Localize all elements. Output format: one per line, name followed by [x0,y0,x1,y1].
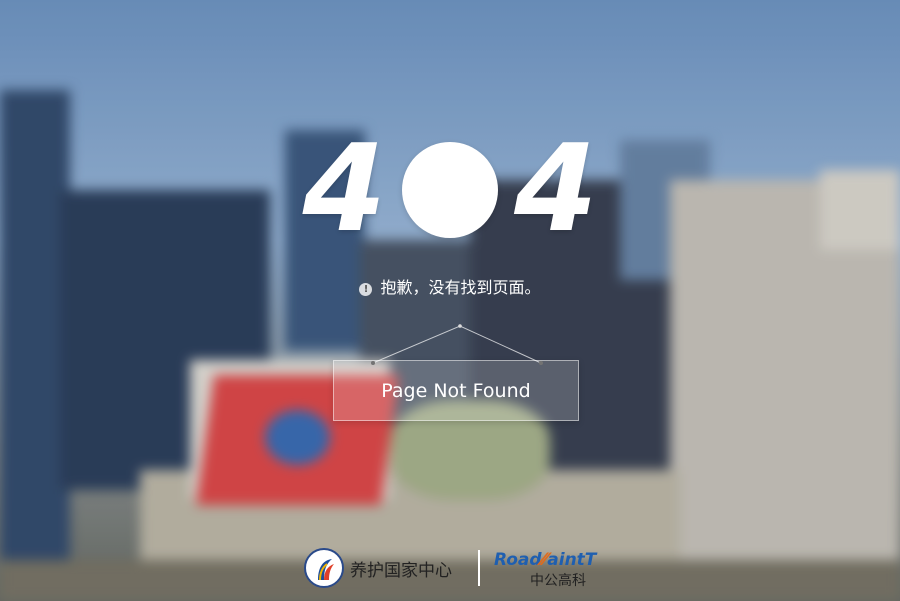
maintenance-center-logo [304,548,344,588]
footer: 养护国家中心 Road⁄⁄aintT 中公高科 [0,544,900,594]
error-message: ! 抱歉，没有找到页面。 [0,274,900,298]
error-digit-left: 4 [302,120,387,259]
background-tint [0,0,900,601]
brand-text-t: T [584,550,597,570]
brand-text-road: Road [494,550,542,570]
sign-label: Page Not Found [381,379,531,402]
roadmaint-logo: Road⁄⁄aintT [494,550,596,570]
error-digit-zero-circle [402,142,498,238]
error-digit-right: 4 [514,120,598,259]
maintenance-center-name: 养护国家中心 [350,561,452,581]
error-message-text: 抱歉，没有找到页面。 [380,278,541,297]
page-not-found-sign: Page Not Found [333,360,579,421]
footer-divider [478,550,480,586]
brand-text-aint: aint [547,550,585,570]
error-code-404: 4 4 [0,130,900,250]
company-name: 中公高科 [530,573,586,589]
info-icon: ! [359,283,373,296]
